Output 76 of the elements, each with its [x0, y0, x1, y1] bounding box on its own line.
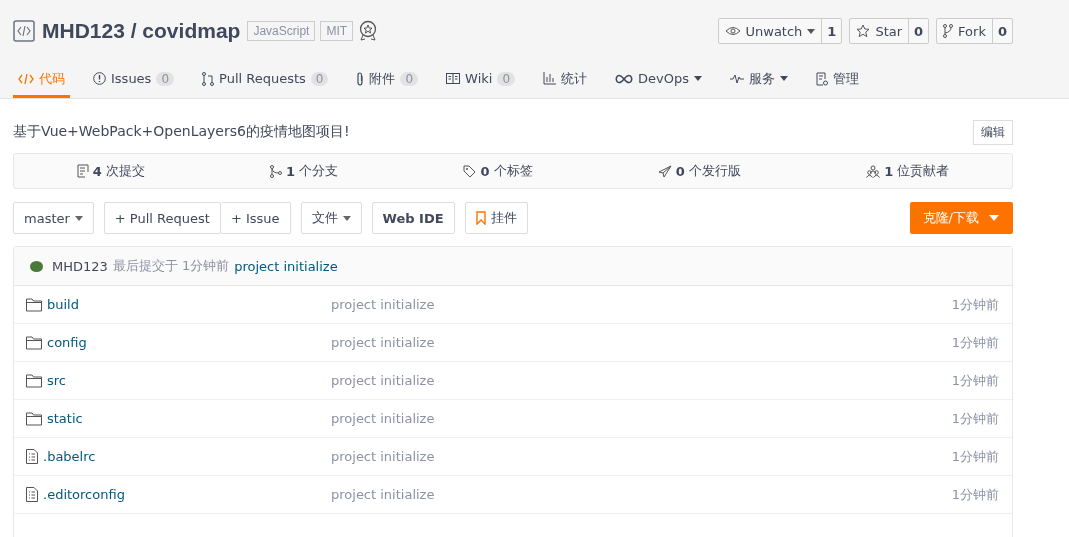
nav-tab[interactable]: 服务	[725, 62, 794, 98]
stat-link[interactable]: 0 个发行版	[657, 162, 741, 180]
star-icon	[856, 24, 871, 38]
folder-icon	[26, 297, 42, 312]
commit-author[interactable]: MHD123	[52, 258, 108, 274]
file-link[interactable]: .editorconfig	[43, 487, 125, 502]
caret-icon	[807, 28, 816, 34]
widget-button[interactable]: 挂件	[464, 202, 528, 234]
avatar	[30, 260, 43, 272]
caret-icon	[989, 215, 999, 221]
nav-tab[interactable]: 附件 0	[351, 62, 424, 98]
nav-tab[interactable]: 管理	[811, 62, 865, 98]
repo-action-button[interactable]: Unwatch	[718, 19, 823, 43]
file-link[interactable]: .babelrc	[43, 449, 96, 464]
repo-description: 基于Vue+WebPack+OpenLayers6的疫情地图项目!	[13, 123, 350, 141]
file-dropdown[interactable]: 文件	[300, 202, 362, 234]
file-link[interactable]: static	[47, 411, 83, 426]
bar-chart-icon	[543, 72, 557, 85]
pull-request-icon	[202, 71, 215, 86]
issue-button[interactable]: + Issue	[220, 202, 291, 234]
file-link[interactable]: src	[47, 373, 66, 388]
folder-icon	[26, 335, 42, 350]
pull-request-button[interactable]: + Pull Request	[103, 202, 221, 234]
caret-icon	[74, 215, 83, 221]
caret-icon	[780, 76, 789, 81]
file-link[interactable]: config	[47, 335, 87, 350]
caret-icon	[694, 76, 703, 81]
repo-title[interactable]: MHD123 / covidmap	[42, 19, 241, 43]
caret-icon	[342, 215, 351, 221]
infinity-icon	[615, 73, 634, 84]
nav-tab[interactable]: DevOps	[610, 62, 708, 98]
file-link[interactable]: build	[47, 297, 79, 312]
repo-action-count[interactable]: 0	[992, 19, 1012, 43]
nav-tab[interactable]: 统计	[538, 62, 593, 98]
commit-message[interactable]: project initialize	[234, 258, 338, 274]
commit-time: 1分钟前	[951, 295, 999, 314]
pulse-icon	[730, 73, 745, 84]
edit-button[interactable]: 编辑	[973, 119, 1013, 145]
nav-tab[interactable]: Wiki 0	[441, 62, 521, 98]
stat-link[interactable]: 0 个标签	[463, 162, 533, 180]
nav-tab[interactable]: Issues 0	[88, 62, 180, 98]
tag-icon	[463, 164, 477, 178]
book-icon	[446, 73, 461, 84]
file-icon	[26, 487, 38, 502]
stat-link[interactable]: 1 位贡献者	[866, 162, 950, 180]
commit-time: 1分钟前	[951, 447, 999, 466]
document-icon	[76, 164, 89, 178]
code-icon	[13, 20, 35, 42]
bookmark-icon	[475, 211, 486, 225]
code-icon	[18, 72, 34, 85]
branch-dropdown[interactable]: master	[13, 202, 94, 234]
document-gear-icon	[816, 71, 829, 86]
web-ide-button[interactable]: Web IDE	[371, 202, 455, 234]
folder-icon	[26, 411, 42, 426]
repo-action-button[interactable]: Star	[850, 19, 910, 43]
alert-icon	[93, 72, 106, 85]
nav-tab[interactable]: Pull Requests 0	[197, 62, 334, 98]
people-icon	[866, 164, 881, 178]
commit-time: 1分钟前	[951, 485, 999, 504]
commit-time: 1分钟前	[951, 409, 999, 428]
stat-link[interactable]: 1 个分支	[270, 162, 339, 180]
stat-link[interactable]: 4 次提交	[76, 162, 145, 180]
paper-plane-icon	[657, 164, 672, 178]
file-icon	[26, 449, 38, 464]
folder-icon	[26, 373, 42, 388]
award-icon	[358, 20, 379, 42]
repo-action-count[interactable]: 0	[909, 19, 929, 43]
fork-icon	[943, 24, 954, 38]
paperclip-icon	[356, 71, 365, 86]
eye-icon	[724, 26, 741, 36]
commit-time: 1分钟前	[951, 333, 999, 352]
branch-icon	[270, 164, 283, 178]
repo-action-count[interactable]: 1	[822, 19, 842, 43]
commit-time: 1分钟前	[951, 371, 999, 390]
commit-meta: 最后提交于 1分钟前	[112, 257, 230, 275]
repo-action-button[interactable]: Fork	[937, 19, 993, 43]
